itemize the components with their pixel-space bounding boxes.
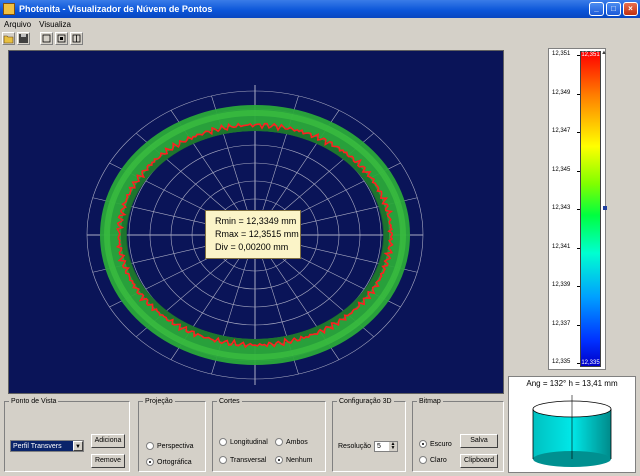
close-button[interactable]: × [623, 2, 638, 16]
orientation-preview[interactable]: Ang = 132° h = 13,41 mm [508, 376, 636, 473]
configuracao-3d-legend: Configuração 3D [339, 398, 392, 405]
radio-nenhum-label: Nenhum [286, 456, 313, 464]
control-panel: Ponto de Vista Perfil Transvers ▼ Adicio… [0, 396, 506, 474]
scale-tick-mark [577, 209, 580, 210]
radio-escuro-label: Escuro [430, 440, 452, 448]
view-3d-icon[interactable] [55, 32, 68, 45]
color-scale-bottom-value: 12,335 [581, 360, 600, 366]
scale-tick-mark [577, 286, 580, 287]
toolbar [2, 31, 83, 46]
scale-tick-mark [577, 247, 580, 249]
color-scale-top-value: 12,351 [581, 52, 600, 58]
scale-tick-label: 12,351 [552, 51, 571, 57]
menu-visualiza[interactable]: Visualiza [35, 20, 75, 29]
cylinder-icon [532, 395, 612, 467]
add-view-button[interactable]: Adiciona [91, 434, 125, 448]
scale-tick-label: 12,347 [552, 128, 571, 134]
radio-claro-dot [419, 456, 427, 464]
scale-tick-label: 12,349 [552, 89, 571, 96]
radio-perspectiva-label: Perspectiva [157, 442, 194, 450]
radio-ortografica-label: Ortográfica [157, 458, 192, 466]
window-title: Photenita - Visualizador de Núvem de Pon… [19, 4, 213, 14]
view-2d-icon[interactable] [40, 32, 53, 45]
radio-ambos[interactable]: Ambos [275, 438, 308, 446]
scale-tick-label: 12,343 [552, 205, 571, 211]
radio-ambos-label: Ambos [286, 438, 308, 446]
minimize-button[interactable]: _ [589, 2, 604, 16]
scale-tick-mark [577, 93, 580, 95]
color-gradient [580, 51, 601, 367]
radio-claro-label: Claro [430, 456, 447, 464]
scale-arrow-icon: ▲ [601, 50, 607, 56]
projecao-legend: Projeção [145, 398, 173, 405]
radio-transversal-dot [219, 456, 227, 464]
div-label: Div = 0,00200 mm [215, 242, 289, 252]
radio-longitudinal-label: Longitudinal [230, 438, 268, 446]
app-icon [3, 3, 15, 15]
scale-tick-mark [577, 324, 580, 326]
save-bitmap-button[interactable]: Salva [460, 434, 498, 448]
resolution-label: Resolução [338, 443, 372, 450]
cortes-legend: Cortes [219, 398, 240, 405]
scale-tick-mark [577, 55, 580, 56]
scale-tick-label: 12,339 [552, 282, 571, 288]
radio-longitudinal[interactable]: Longitudinal [219, 438, 268, 446]
radio-claro[interactable]: Claro [419, 456, 447, 464]
scale-marker[interactable] [603, 206, 607, 210]
radio-perspectiva[interactable]: Perspectiva [146, 442, 194, 450]
preview-caption: Ang = 132° h = 13,41 mm [526, 379, 618, 388]
radio-transversal[interactable]: Transversal [219, 456, 266, 464]
title-bar: Photenita - Visualizador de Núvem de Pon… [0, 0, 640, 18]
point-cloud-viewport[interactable]: Rmin = 12,3349 mm Rmax = 12,3515 mm Div … [8, 50, 504, 394]
scale-tick-mark [577, 363, 580, 364]
stepper-arrows-icon[interactable]: ▲ ▼ [389, 442, 397, 451]
rmax-label: Rmax = 12,3515 mm [215, 229, 299, 239]
rmin-label: Rmin = 12,3349 mm [215, 216, 297, 226]
radio-ambos-dot [275, 438, 283, 446]
color-scale: 12,351 12,335 12,351 12,349 12,347 12,345 12… [548, 48, 606, 370]
radio-nenhum[interactable]: Nenhum [275, 456, 312, 464]
radio-perspectiva-dot [146, 442, 154, 450]
radio-nenhum-dot [275, 456, 283, 464]
open-icon[interactable] [2, 32, 15, 45]
save-icon[interactable] [17, 32, 30, 45]
view-select[interactable]: Perfil Transvers ▼ [10, 440, 84, 452]
radio-escuro[interactable]: Escuro [419, 440, 452, 448]
radio-escuro-dot [419, 440, 427, 448]
radio-longitudinal-dot [219, 438, 227, 446]
radio-ortografica-dot [146, 458, 154, 466]
radio-transversal-label: Transversal [230, 456, 267, 464]
scale-tick-mark [577, 170, 580, 172]
menu-bar: Arquivo Visualiza [0, 18, 640, 30]
clipboard-button[interactable]: Clipboard [460, 454, 498, 468]
remove-view-button[interactable]: Remove [91, 454, 125, 468]
scale-tick-label: 12,345 [552, 166, 571, 173]
resolution-stepper[interactable]: 5 ▲ ▼ [374, 441, 398, 452]
maximize-button[interactable]: □ [606, 2, 621, 16]
bitmap-legend: Bitmap [419, 398, 441, 405]
menu-arquivo[interactable]: Arquivo [0, 20, 35, 29]
view-select-value: Perfil Transvers [13, 443, 62, 450]
chevron-down-icon[interactable]: ▼ [73, 441, 83, 451]
view-mode-icon[interactable] [70, 32, 83, 45]
radio-ortografica[interactable]: Ortográfica [146, 458, 192, 466]
scale-tick-label: 12,337 [552, 320, 571, 327]
resolution-value: 5 [377, 443, 381, 450]
group-configuracao-3d: Configuração 3D [332, 398, 406, 472]
scale-tick-label: 12,335 [552, 359, 571, 365]
scale-tick-label: 12,341 [552, 243, 571, 250]
scale-tick-mark [577, 132, 580, 133]
window-controls: _ □ × [589, 2, 638, 16]
radius-info-box: Rmin = 12,3349 mm Rmax = 12,3515 mm Div … [205, 210, 301, 259]
ponto-de-vista-legend: Ponto de Vista [11, 398, 57, 405]
